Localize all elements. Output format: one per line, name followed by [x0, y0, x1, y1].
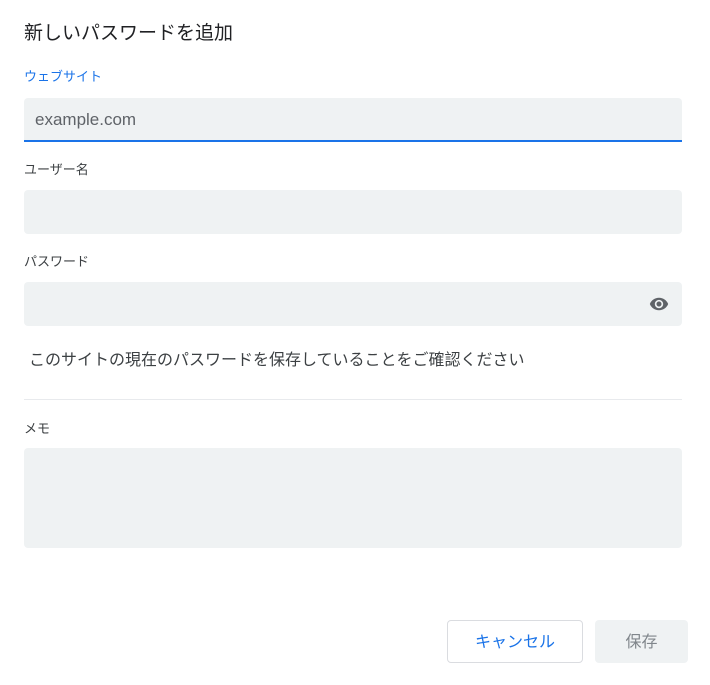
username-input[interactable] [35, 202, 635, 222]
website-label: ウェブサイト [24, 70, 103, 85]
website-input[interactable] [35, 110, 635, 130]
eye-icon[interactable] [648, 294, 670, 314]
add-password-dialog: 新しいパスワードを追加 ウェブサイト ユーザー名 パスワード このサイトの現在の… [0, 0, 710, 685]
cancel-button[interactable]: キャンセル [447, 620, 583, 663]
password-label: パスワード [24, 255, 90, 270]
note-textarea[interactable] [35, 460, 635, 520]
note-field[interactable] [24, 448, 682, 548]
save-button[interactable]: 保存 [595, 620, 688, 663]
dialog-title: 新しいパスワードを追加 [24, 22, 234, 44]
website-field[interactable] [24, 98, 682, 142]
password-notice: このサイトの現在のパスワードを保存していることをご確認ください [29, 350, 525, 369]
username-field[interactable] [24, 190, 682, 234]
password-input[interactable] [35, 294, 635, 314]
divider [24, 399, 682, 400]
note-label: メモ [24, 422, 51, 437]
password-field[interactable] [24, 282, 682, 326]
username-label: ユーザー名 [24, 163, 89, 178]
